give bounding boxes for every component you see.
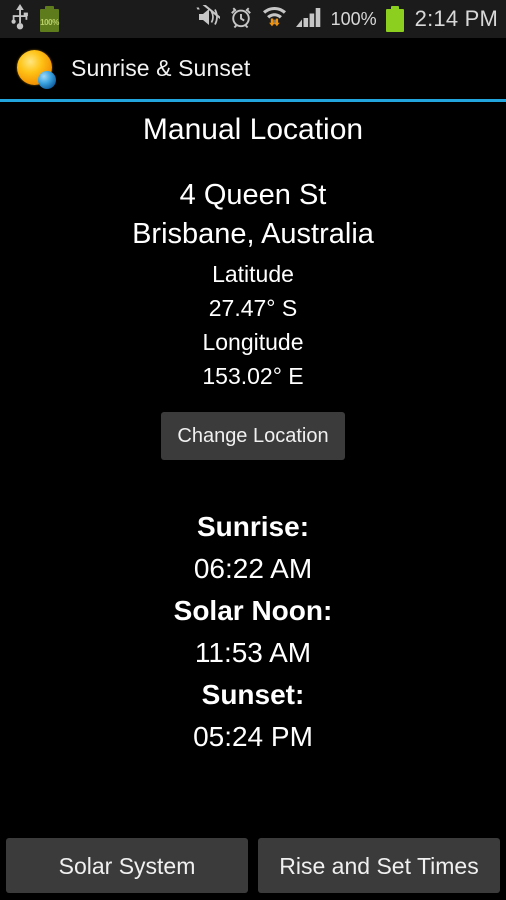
longitude-label: Longitude — [202, 329, 304, 355]
battery-body — [385, 9, 404, 32]
wifi-transfer-icon — [262, 4, 287, 34]
rise-and-set-times-button[interactable]: Rise and Set Times — [258, 838, 500, 893]
address-city-country: Brisbane, Australia — [132, 218, 374, 250]
app-title: Sunrise & Sunset — [71, 55, 251, 81]
change-location-button[interactable]: Change Location — [161, 412, 345, 460]
solar-noon-value: 11:53 AM — [194, 637, 312, 668]
sunrise-sunset-app-icon — [15, 47, 59, 91]
battery-percent-label: 100% — [330, 8, 377, 29]
status-bar-clock: 2:14 PM — [414, 6, 498, 31]
solar-system-button[interactable]: Solar System — [6, 838, 248, 893]
latitude-value: 27.47° S — [208, 295, 298, 321]
alarm-clock-icon — [229, 5, 253, 34]
status-bar: 100% 100% 2:14 PM — [0, 0, 506, 38]
bottom-button-bar: Solar System Rise and Set Times — [0, 836, 506, 900]
status-bar-left: 100% — [10, 3, 59, 35]
solar-noon-label: Solar Noon: — [173, 595, 333, 626]
battery-charging-icon: 100% — [40, 6, 59, 32]
action-bar: Sunrise & Sunset — [0, 38, 506, 99]
app-screen: 100% 100% 2:14 PM Sunrise & Sunset Manua… — [0, 0, 506, 900]
address-block: 4 Queen St Brisbane, Australia — [0, 176, 506, 254]
vibrate-mute-icon — [194, 3, 221, 34]
main-content: Manual Location 4 Queen St Brisbane, Aus… — [0, 102, 506, 832]
address-street: 4 Queen St — [179, 179, 327, 211]
sunrise-label: Sunrise: — [196, 511, 310, 542]
times-block: Sunrise: 06:22 AM Solar Noon: 11:53 AM S… — [0, 506, 506, 758]
battery-full-icon — [385, 6, 404, 32]
page-title: Manual Location — [142, 113, 364, 146]
status-bar-right: 100% 2:14 PM — [194, 3, 498, 34]
usb-icon — [10, 3, 30, 35]
earth-icon — [38, 70, 56, 89]
sunset-label: Sunset: — [201, 679, 305, 710]
sunrise-value: 06:22 AM — [193, 553, 313, 584]
cellular-signal-icon — [295, 6, 322, 33]
sunset-value: 05:24 PM — [193, 721, 313, 752]
coordinates-block: Latitude 27.47° S Longitude 153.02° E — [0, 257, 506, 393]
latitude-label: Latitude — [212, 261, 294, 287]
battery-charging-label: 100% — [40, 18, 59, 27]
longitude-value: 153.02° E — [202, 363, 304, 389]
